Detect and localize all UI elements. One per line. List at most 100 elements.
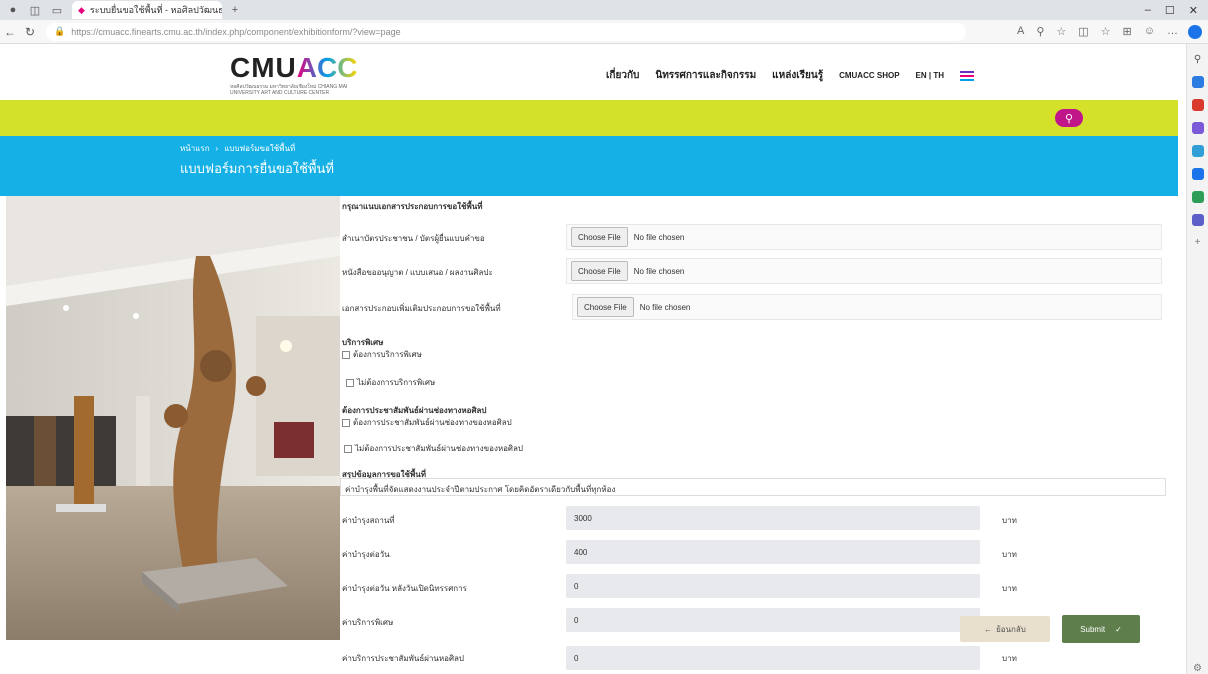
nav-shop[interactable]: CMUACC SHOP <box>839 71 899 80</box>
choose-file-button[interactable]: Choose File <box>571 227 628 247</box>
profile-icon[interactable]: ● <box>4 2 22 18</box>
main-nav: เกี่ยวกับ นิทรรศการและกิจกรรม แหล่งเรียน… <box>606 68 974 83</box>
fee-label: ค่าบริการประชาสัมพันธ์ผ่านหอศิลป <box>342 654 465 663</box>
gallery-image <box>6 196 340 640</box>
language-switch[interactable]: EN | TH <box>916 71 944 80</box>
file-label-request: หนังสือขออนุญาต / แบบเสนอ / ผลงานศิลปะ <box>342 268 493 277</box>
discover-icon[interactable] <box>1191 76 1204 88</box>
checkbox[interactable] <box>342 350 350 359</box>
back-icon[interactable]: ← <box>0 25 20 39</box>
submit-button-label: Submit <box>1080 624 1106 634</box>
breadcrumb-home[interactable]: หน้าแรก <box>180 144 210 153</box>
fee-field[interactable]: 3000 <box>566 506 980 530</box>
gallery-photo <box>6 196 340 640</box>
tab-favicon-icon: ◆ <box>78 4 85 15</box>
back-arrow-icon: ← <box>984 624 993 634</box>
logo-main: CMU <box>230 52 297 83</box>
file-status: No file chosen <box>633 232 685 242</box>
checkbox[interactable] <box>342 418 350 427</box>
collections-icon[interactable]: ⊞ <box>1123 25 1132 38</box>
breadcrumb: หน้าแรก › แบบฟอร์มขอใช้พื้นที่ <box>180 144 296 153</box>
outlook-icon[interactable] <box>1191 191 1204 203</box>
search-sidebar-icon[interactable]: ⚲ <box>1194 54 1201 65</box>
copilot-icon[interactable] <box>1188 24 1202 39</box>
read-aloud-icon[interactable]: A <box>1017 25 1024 38</box>
section-documents: กรุณาแนบเอกสารประกอบการขอใช้พื้นที่ <box>342 202 483 211</box>
add-sidebar-icon[interactable]: + <box>1195 237 1201 248</box>
back-button-label: ย้อนกลับ <box>996 624 1026 634</box>
fee-field[interactable]: 0 <box>566 646 980 670</box>
fee-field[interactable]: 400 <box>566 540 980 564</box>
menu-icon[interactable] <box>960 70 974 81</box>
games-icon[interactable] <box>1191 145 1204 157</box>
logo-subtitle: หอศิลปวัฒนธรรม มหาวิทยาลัยเชียงใหม่ CHIA… <box>230 84 348 96</box>
url-text: https://cmuacc.finearts.cmu.ac.th/index.… <box>71 26 401 37</box>
option-label: ไม่ต้องการบริการพิเศษ <box>357 378 436 387</box>
submit-button[interactable]: Submit ✓ <box>1062 615 1140 643</box>
tab-title: ระบบยื่นขอใช้พื้นที่ - หอศิลปวัฒนธรรมฯ <box>89 5 222 15</box>
nav-about[interactable]: เกี่ยวกับ <box>606 68 639 83</box>
workspaces-icon[interactable]: ◫ <box>26 2 44 18</box>
maximize-icon[interactable]: ☐ <box>1165 4 1175 17</box>
fee-field[interactable]: 0 <box>566 608 980 632</box>
nav-exhibitions[interactable]: นิทรรศการและกิจกรรม <box>655 68 756 83</box>
new-tab-icon[interactable]: + <box>226 2 244 18</box>
breadcrumb-current: แบบฟอร์มขอใช้พื้นที่ <box>224 144 296 153</box>
check-icon: ✓ <box>1115 624 1122 634</box>
application-form: กรุณาแนบเอกสารประกอบการขอใช้พื้นที่ สำเน… <box>340 196 1170 674</box>
file-input-extra: Choose File No file chosen <box>572 294 1162 320</box>
browser-tab-strip: ● ◫ ▭ ◆ ระบบยื่นขอใช้พื้นที่ - หอศิลปวัฒ… <box>0 0 1208 20</box>
option-want-pr[interactable]: ต้องการประชาสัมพันธ์ผ่านช่องทางของหอศิลป <box>342 416 512 429</box>
choose-file-button[interactable]: Choose File <box>577 297 634 317</box>
fee-label: ค่าบำรุงต่อวัน <box>342 550 390 559</box>
file-input-request: Choose File No file chosen <box>566 258 1162 284</box>
summary-text: ค่าบำรุงพื้นที่จัดแสดงงานประจำปีตามประกา… <box>340 478 1166 496</box>
fee-unit: บาท <box>1002 584 1017 593</box>
option-no-service[interactable]: ไม่ต้องการบริการพิเศษ <box>346 376 435 389</box>
profile-avatar-icon[interactable]: ☺ <box>1144 25 1155 38</box>
fee-label: ค่าบำรุงสถานที่ <box>342 516 395 525</box>
nav-learning[interactable]: แหล่งเรียนรู้ <box>772 68 823 83</box>
choose-file-button[interactable]: Choose File <box>571 261 628 281</box>
close-window-icon[interactable]: ✕ <box>1189 4 1198 17</box>
tab-actions-icon[interactable]: ▭ <box>48 2 66 18</box>
option-want-service[interactable]: ต้องการบริการพิเศษ <box>342 348 422 361</box>
site-header: CMUACC หอศิลปวัฒนธรรม มหาวิทยาลัยเชียงให… <box>0 44 1178 100</box>
option-label: ต้องการบริการพิเศษ <box>353 350 422 359</box>
more-icon[interactable]: … <box>1167 25 1178 38</box>
checkbox[interactable] <box>346 378 354 387</box>
url-field[interactable]: 🔒 https://cmuacc.finearts.cmu.ac.th/inde… <box>46 22 966 41</box>
file-label-extra: เอกสารประกอบเพิ่มเติมประกอบการขอใช้พื้นท… <box>342 304 501 313</box>
option-label: ต้องการประชาสัมพันธ์ผ่านช่องทางของหอศิลป <box>353 418 512 427</box>
logo-accent: ACC <box>296 52 358 83</box>
search-icon: ⚲ <box>1064 112 1074 125</box>
checkbox[interactable] <box>344 444 352 453</box>
fee-label: ค่าบำรุงต่อวัน หลังวันเปิดนิทรรศการ <box>342 584 467 593</box>
fee-unit: บาท <box>1002 550 1017 559</box>
favorites-bar-icon[interactable]: ☆ <box>1101 25 1111 38</box>
web-page: CMUACC หอศิลปวัฒนธรรม มหาวิทยาลัยเชียงให… <box>0 44 1178 674</box>
fee-unit: บาท <box>1002 654 1017 663</box>
fee-unit: บาท <box>1002 516 1017 525</box>
option-no-pr[interactable]: ไม่ต้องการประชาสัมพันธ์ผ่านช่องทางของหอศ… <box>344 442 523 455</box>
fee-label: ค่าบริการพิเศษ <box>342 618 394 627</box>
shopping-icon[interactable] <box>1191 99 1204 111</box>
site-logo[interactable]: CMUACC หอศิลปวัฒนธรรม มหาวิทยาลัยเชียงให… <box>230 52 360 96</box>
office-icon[interactable] <box>1191 168 1204 180</box>
extensions-icon[interactable]: ⚲ <box>1036 25 1044 38</box>
search-button[interactable]: ⚲ <box>1055 109 1083 127</box>
browser-tab[interactable]: ◆ ระบบยื่นขอใช้พื้นที่ - หอศิลปวัฒนธรรมฯ… <box>72 1 222 19</box>
favorite-icon[interactable]: ☆ <box>1056 25 1066 38</box>
file-status: No file chosen <box>639 302 691 312</box>
split-screen-icon[interactable]: ◫ <box>1078 25 1088 38</box>
refresh-icon[interactable]: ↻ <box>20 25 40 39</box>
back-button[interactable]: ← ย้อนกลับ <box>960 616 1050 642</box>
minimize-icon[interactable]: – <box>1145 4 1151 17</box>
page-title: แบบฟอร์มการยื่นขอใช้พื้นที่ <box>180 161 334 176</box>
browser-sidebar: ⚲ + ⚙ <box>1186 44 1208 674</box>
tools-icon[interactable] <box>1191 122 1204 134</box>
sidebar-settings-icon[interactable]: ⚙ <box>1193 663 1202 674</box>
fee-field[interactable]: 0 <box>566 574 980 598</box>
file-label-id: สำเนาบัตรประชาชน / บัตรผู้ยื่นแบบคำขอ <box>342 234 485 243</box>
teams-icon[interactable] <box>1191 214 1204 226</box>
